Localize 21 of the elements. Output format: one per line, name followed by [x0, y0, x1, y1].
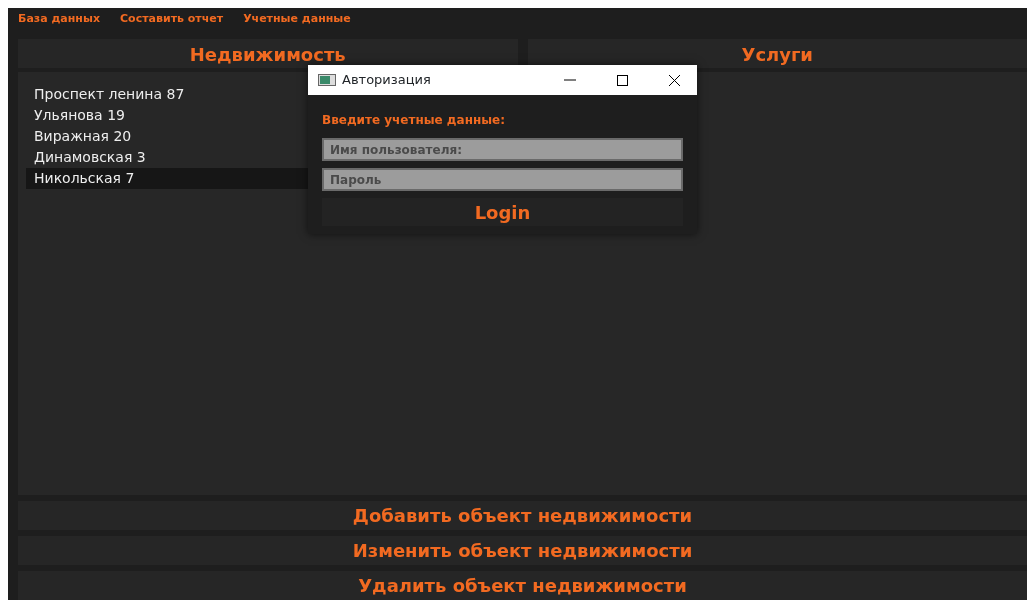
- window-title: Авторизация: [342, 71, 431, 90]
- tab[interactable]: Недвижимость: [18, 38, 518, 68]
- maximize-icon: [615, 74, 629, 86]
- close-icon: [667, 74, 681, 86]
- password-field[interactable]: Пароль: [322, 168, 683, 191]
- prompt-text: Введите учетные данные:: [322, 112, 507, 129]
- menu-item[interactable]: Составить отчет: [120, 11, 224, 28]
- list-item[interactable]: Динамовская 3: [26, 146, 310, 168]
- login-button[interactable]: Login: [322, 198, 683, 226]
- action-button[interactable]: Добавить объект недвижимости: [18, 501, 1027, 530]
- action-button[interactable]: Изменить объект недвижимости: [18, 536, 1027, 565]
- menu-item[interactable]: Учетные данные: [243, 11, 351, 28]
- menu-item[interactable]: База данных: [18, 11, 100, 28]
- list-item[interactable]: Ульянова 19: [26, 104, 310, 126]
- tab[interactable]: Услуги: [527, 38, 1027, 68]
- list-item[interactable]: Виражная 20: [26, 125, 310, 147]
- list-item[interactable]: Никольская 7: [26, 167, 310, 189]
- list-item[interactable]: Проспект ленина 87: [26, 83, 310, 105]
- window-icon: [318, 74, 336, 86]
- username-field[interactable]: Имя пользователя:: [322, 138, 683, 161]
- action-button[interactable]: Удалить объект недвижимости: [18, 571, 1027, 600]
